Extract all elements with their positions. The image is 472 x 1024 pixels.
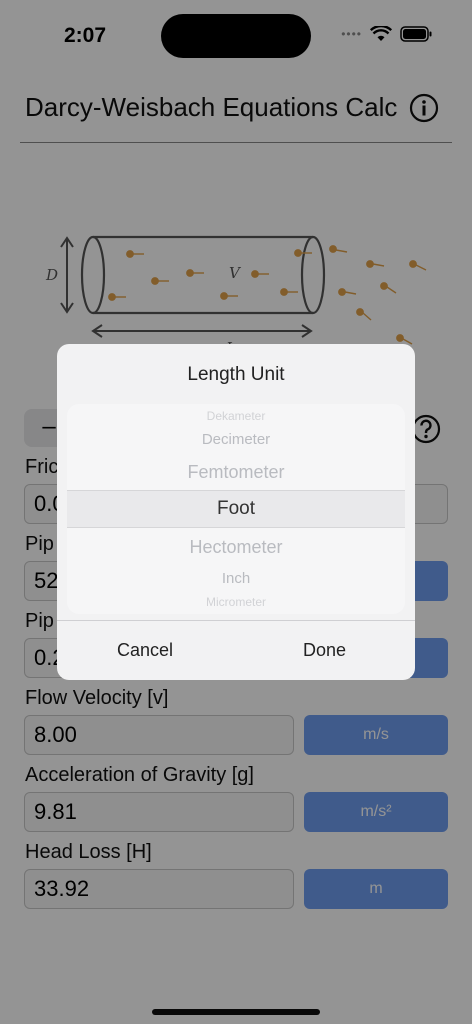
done-button[interactable]: Done (303, 640, 346, 661)
length-unit-dialog: Length Unit Dekameter Decimeter Femtomet… (57, 344, 415, 680)
picker-option-selected[interactable]: Foot (67, 498, 405, 520)
picker-option[interactable]: Femtometer (67, 462, 405, 483)
picker-option[interactable]: Micrometer (67, 595, 405, 609)
cancel-button[interactable]: Cancel (117, 640, 173, 661)
picker-option[interactable]: Decimeter (67, 431, 405, 448)
unit-picker-wheel[interactable]: Dekameter Decimeter Femtometer Foot Hect… (67, 404, 405, 614)
picker-option[interactable]: Dekameter (67, 409, 405, 423)
dialog-title: Length Unit (187, 364, 285, 385)
picker-option[interactable]: Hectometer (67, 537, 405, 558)
picker-option[interactable]: Inch (67, 570, 405, 587)
dialog-divider (57, 620, 415, 621)
